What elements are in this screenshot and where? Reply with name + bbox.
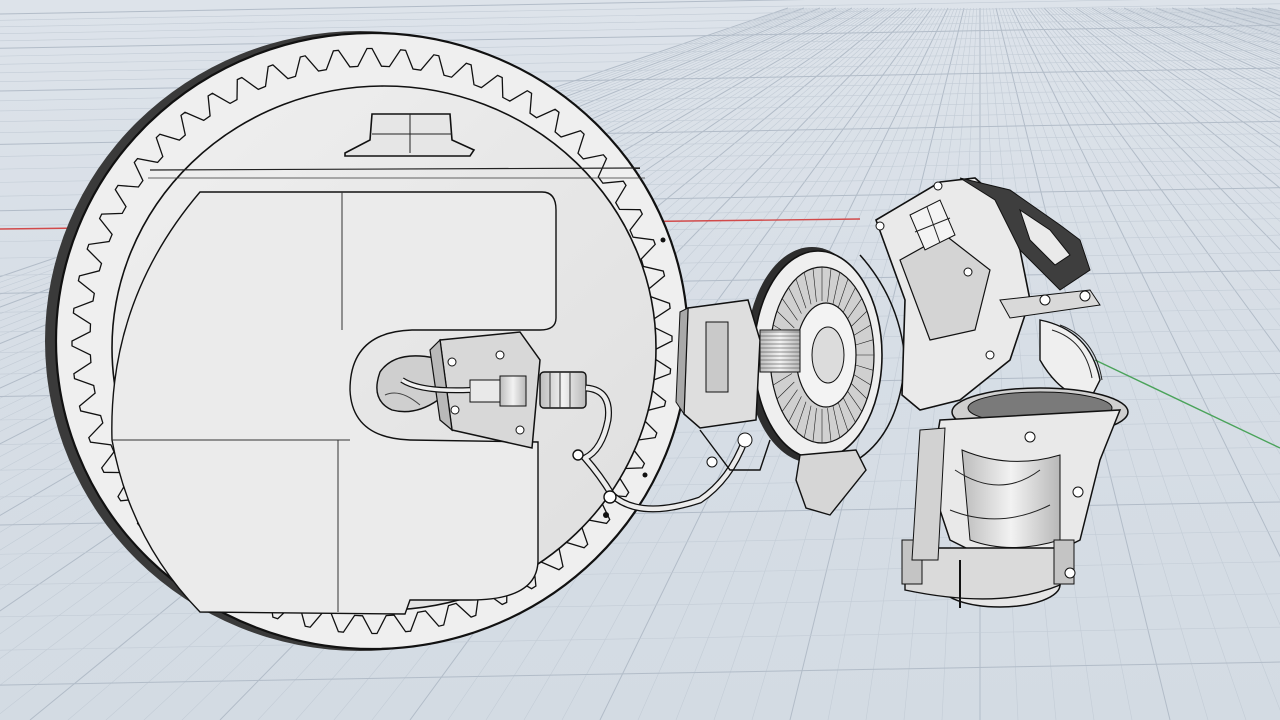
grid-line [1123,7,1280,80]
grid-line [1207,7,1280,30]
gearbox[interactable] [901,387,1129,608]
grid-line [1146,7,1280,61]
grid-line [1149,7,1280,59]
grid-line [1088,7,1280,124]
grid-line [1127,7,1280,77]
grid-line [1069,7,1280,163]
grid-line [0,3,1280,28]
grid-line [1197,7,1280,34]
grid-line [1111,7,1280,93]
grid-line [1159,7,1280,53]
model-canvas[interactable] [0,0,1280,720]
grid-line [0,17,1280,42]
grid-line [1264,7,1280,12]
grid-line [1104,7,1280,101]
grid-line [1232,7,1280,21]
grid-line [0,58,1280,83]
grid-line [1165,7,1280,49]
motor-housing[interactable] [875,177,1103,411]
grid-line [1171,7,1280,46]
grid-line [1210,7,1280,29]
grid-line [1139,7,1280,66]
grid-line [0,626,1280,651]
perspective-viewport[interactable] [0,0,1280,720]
grid-line [1155,7,1280,55]
grid-line [1178,7,1280,42]
grid-line [1136,7,1280,69]
grid-line [1229,7,1280,22]
toothed-disc[interactable] [45,31,690,651]
grid-line [1255,7,1280,15]
grid-line [1258,7,1280,14]
grid-line [1152,7,1280,57]
grid-line [1219,7,1280,25]
grid-line [1213,7,1280,27]
grid-line [1002,7,1247,720]
grid-line [1107,7,1280,97]
grid-line [1114,7,1280,90]
grid-line [1261,7,1280,13]
grid-line [1181,7,1280,41]
grid-line [1226,7,1280,23]
grid-line [0,10,1280,34]
grid-line [1143,7,1280,64]
grid-line [1082,7,1280,135]
grid-line [1162,7,1280,51]
grid-line [1216,7,1280,26]
grid-line [1098,7,1280,109]
grid-line [0,661,1280,686]
